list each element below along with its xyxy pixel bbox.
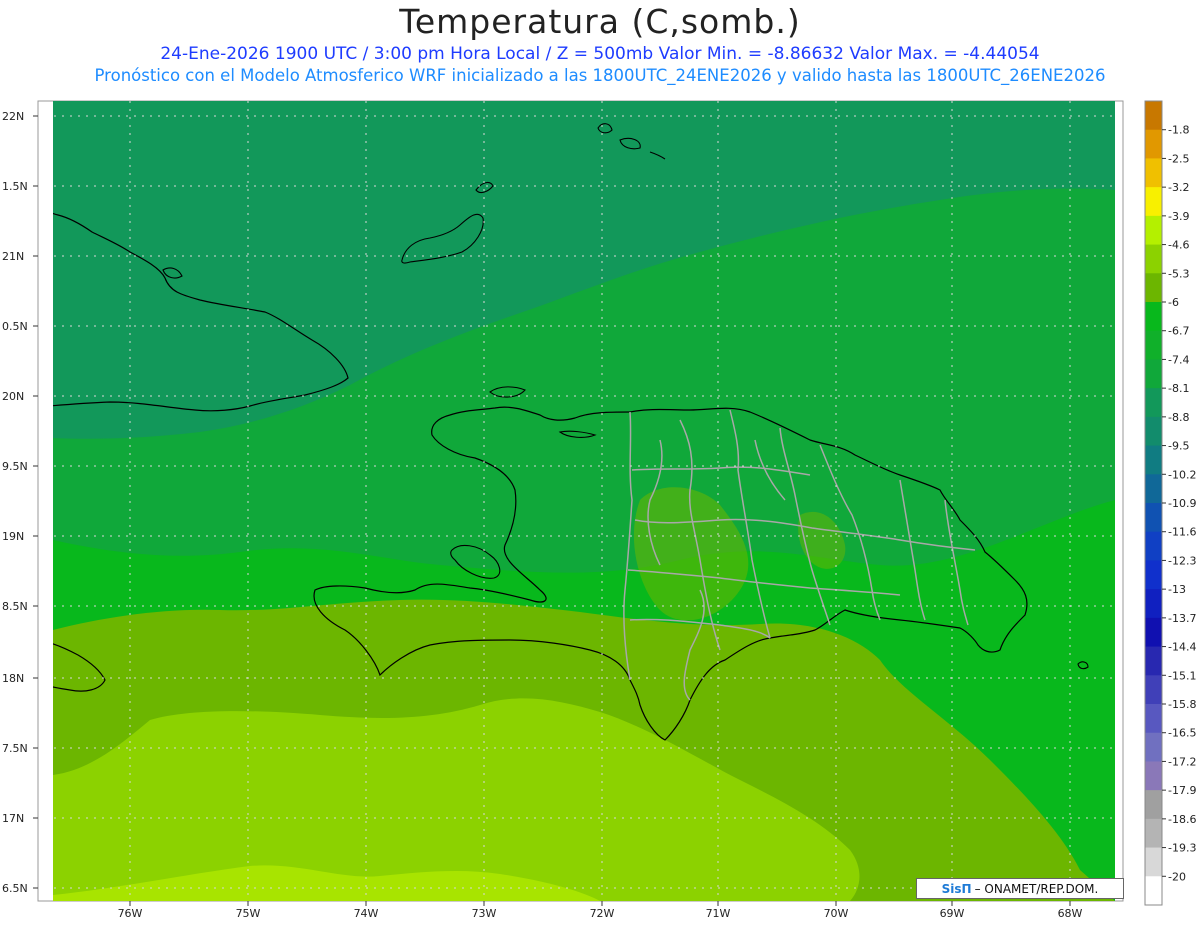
colorbar-label: -11.6 (1168, 526, 1196, 539)
lat-label: 21N (2, 250, 24, 263)
credit-box: SisΠ – ONAMET/REP.DOM. (916, 878, 1124, 899)
credit-text: – ONAMET/REP.DOM. (974, 881, 1099, 896)
colorbar-label: -15.1 (1168, 669, 1196, 682)
colorbar-swatch (1145, 101, 1162, 131)
colorbar-label: -3.9 (1168, 210, 1189, 223)
colorbar-swatch (1145, 215, 1162, 246)
colorbar-label: -2.5 (1168, 152, 1189, 165)
temperature-map: 22N 1.5N 21N 0.5N 20N 9.5N 19N 8.5N 18N … (2, 100, 1196, 920)
colorbar-label: -6 (1168, 296, 1179, 309)
longitude-axis: 76W 75W 74W 73W 72W 71W 70W 69W 68W (118, 907, 1083, 920)
lat-label: 9.5N (2, 460, 28, 473)
colorbar-swatch (1145, 302, 1162, 332)
colorbar-label: -14.4 (1168, 641, 1196, 654)
colorbar-swatch (1145, 847, 1162, 877)
colorbar-swatch (1145, 646, 1162, 676)
lat-label: 7.5N (2, 742, 28, 755)
lon-label: 75W (236, 907, 261, 920)
colorbar-label: -17.2 (1168, 755, 1196, 768)
colorbar-swatch (1145, 876, 1162, 906)
colorbar-label: -5.3 (1168, 267, 1189, 280)
longitude-ticks (129, 901, 1071, 906)
lat-label: 0.5N (2, 320, 28, 333)
colorbar-swatch (1145, 158, 1162, 188)
colorbar-label: -10.2 (1168, 468, 1196, 481)
colorbar-swatch (1145, 761, 1162, 791)
colorbar-swatch (1145, 503, 1162, 533)
lon-label: 74W (354, 907, 379, 920)
lon-label: 73W (472, 907, 497, 920)
colorbar-label: -18.6 (1168, 813, 1196, 826)
colorbar-swatch (1145, 704, 1162, 734)
colorbar-swatch (1145, 474, 1162, 504)
colorbar-label: -15.8 (1168, 698, 1196, 711)
colorbar-label: -4.6 (1168, 239, 1189, 252)
colorbar-label: -19.3 (1168, 842, 1196, 855)
colorbar-swatch (1145, 244, 1162, 274)
colorbar-label: -17.9 (1168, 784, 1196, 797)
colorbar-swatch (1145, 359, 1162, 389)
lon-label: 76W (118, 907, 143, 920)
colorbar-swatch (1145, 818, 1162, 849)
colorbar-swatch (1145, 445, 1162, 475)
colorbar-label: -13.7 (1168, 612, 1196, 625)
colorbar-label: -20 (1168, 870, 1186, 883)
colorbar-swatch (1145, 129, 1162, 159)
colorbar: -1.8 -2.5 -3.2 -3.9 -4.6 -5.3 -6 -6.7 -7.4 -8.1 -8… (1144, 100, 1196, 906)
colorbar-swatch (1145, 732, 1162, 762)
lat-label: 22N (2, 110, 24, 123)
colorbar-swatch (1145, 330, 1162, 360)
colorbar-label: -7.4 (1168, 353, 1189, 366)
lon-label: 70W (824, 907, 849, 920)
colorbar-label: -8.1 (1168, 382, 1189, 395)
colorbar-swatch (1145, 388, 1162, 418)
colorbar-label: -6.7 (1168, 325, 1189, 338)
latitude-axis: 22N 1.5N 21N 0.5N 20N 9.5N 19N 8.5N 18N … (2, 110, 28, 895)
lat-label: 18N (2, 672, 24, 685)
colorbar-label: -13 (1168, 583, 1186, 596)
colorbar-swatch (1145, 790, 1162, 820)
lat-label: 1.5N (2, 180, 28, 193)
latitude-ticks (33, 115, 38, 889)
lon-label: 69W (940, 907, 965, 920)
lon-label: 68W (1058, 907, 1083, 920)
colorbar-swatch (1145, 531, 1162, 561)
colorbar-swatch (1145, 617, 1162, 648)
sispi-logo: SisΠ (941, 881, 972, 896)
lat-label: 19N (2, 530, 24, 543)
colorbar-swatch (1145, 560, 1162, 590)
lat-label: 6.5N (2, 882, 28, 895)
colorbar-label: -9.5 (1168, 440, 1189, 453)
colorbar-label: -8.8 (1168, 411, 1189, 424)
lat-label: 8.5N (2, 600, 28, 613)
lat-label: 17N (2, 812, 24, 825)
lon-label: 72W (590, 907, 615, 920)
colorbar-swatch (1145, 589, 1162, 619)
colorbar-label: -1.8 (1168, 124, 1189, 137)
colorbar-swatch (1145, 416, 1162, 447)
colorbar-swatch (1145, 675, 1162, 705)
colorbar-label: -3.2 (1168, 181, 1189, 194)
lat-label: 20N (2, 390, 24, 403)
lon-label: 71W (706, 907, 731, 920)
colorbar-label: -12.3 (1168, 554, 1196, 567)
colorbar-label: -16.5 (1168, 727, 1196, 740)
colorbar-swatch (1145, 187, 1162, 217)
colorbar-label: -10.9 (1168, 497, 1196, 510)
colorbar-swatch (1145, 273, 1162, 303)
